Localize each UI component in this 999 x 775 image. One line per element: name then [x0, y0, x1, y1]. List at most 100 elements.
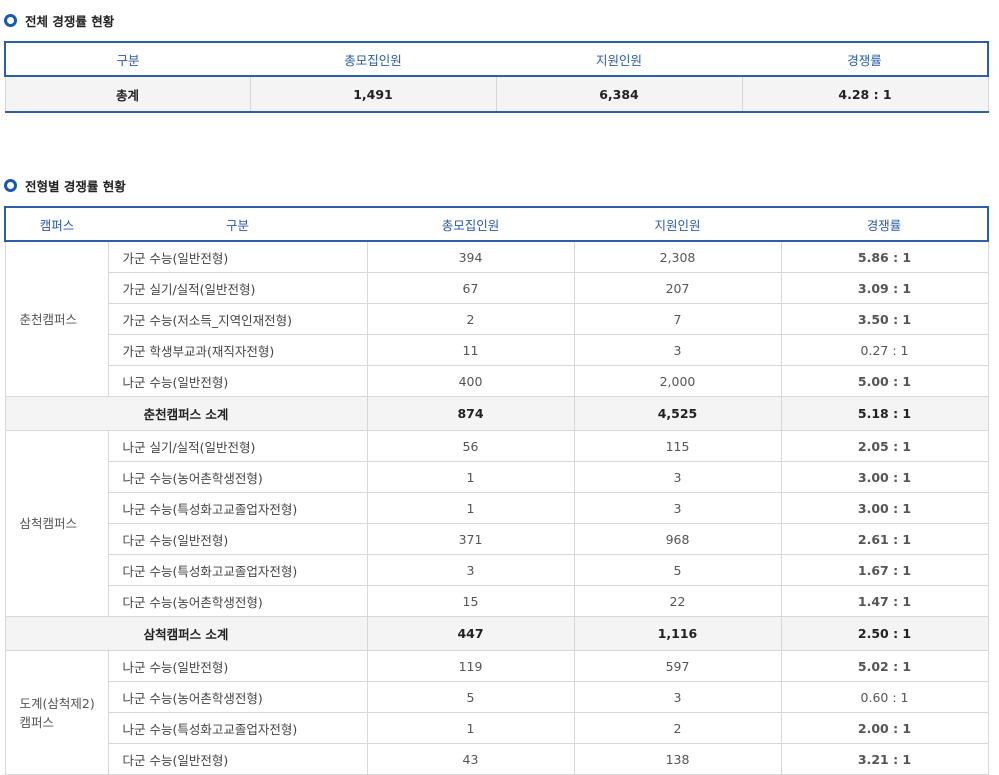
competition-rate: 2.61 : 1	[780, 523, 989, 555]
admission-type: 나군 수능(일반전형)	[107, 650, 368, 682]
header-type: 구분	[108, 206, 367, 242]
table-row: 다군 수능(일반전형) 371 968 2.61 : 1	[5, 523, 989, 555]
campus-name-line: 도계(삼척제2)	[19, 695, 95, 711]
circle-bullet-icon	[4, 13, 17, 27]
table-row: 다군 수능(일반전형) 43 138 3.21 : 1	[5, 743, 989, 775]
by-type-header-row: 캠퍼스 구분 총모집인원 지원인원 경쟁률	[4, 206, 989, 242]
table-row: 가군 실기/실적(일반전형) 67 207 3.09 : 1	[5, 272, 989, 304]
admission-type: 나군 수능(농어촌학생전형)	[107, 461, 368, 493]
competition-rate: 5.00 : 1	[780, 365, 989, 397]
recruit-count: 67	[366, 272, 575, 304]
table-row: 삼척캠퍼스 나군 실기/실적(일반전형) 56 115 2.05 : 1	[4, 430, 989, 617]
subtotal-recruit: 874	[366, 396, 575, 431]
recruit-count: 3	[366, 554, 575, 586]
table-row: 나군 수능(일반전형) 400 2,000 5.00 : 1	[5, 365, 989, 397]
applicant-count: 3	[573, 492, 782, 524]
recruit-count: 1	[366, 492, 575, 524]
applicant-count: 22	[573, 585, 782, 617]
applicant-count: 968	[573, 523, 782, 555]
competition-rate: 5.02 : 1	[780, 650, 989, 682]
recruit-count: 15	[366, 585, 575, 617]
competition-rate: 3.21 : 1	[780, 743, 989, 775]
table-row: 도계(삼척제2) 캠퍼스 나군 수능(일반전형) 119 597 5.02 : 1	[4, 650, 989, 775]
subtotal-label: 춘천캠퍼스 소계	[4, 396, 368, 431]
by-type-table: 캠퍼스 구분 총모집인원 지원인원 경쟁률 춘천캠퍼스 가군 수능(일반전형) 39…	[4, 206, 989, 775]
applicant-count: 2,308	[573, 240, 782, 273]
overall-table: 구분 총모집인원 지원인원 경쟁률 총계 1,491 6,384 4.28 : …	[4, 41, 989, 113]
recruit-count: 371	[366, 523, 575, 555]
subtotal-applicants: 1,116	[573, 616, 782, 651]
applicant-count: 597	[573, 650, 782, 682]
overall-header-row: 구분 총모집인원 지원인원 경쟁률	[4, 41, 989, 77]
subtotal-rate: 5.18 : 1	[780, 396, 989, 431]
header-rate: 경쟁률	[742, 41, 989, 77]
table-row: 춘천캠퍼스 가군 수능(일반전형) 394 2,308 5.86 : 1	[4, 240, 989, 397]
table-row: 가군 학생부교과(재직자전형) 11 3 0.27 : 1	[5, 334, 989, 366]
total-label: 총계	[4, 75, 251, 113]
applicant-count: 207	[573, 272, 782, 304]
applicant-count: 7	[573, 303, 782, 335]
recruit-count: 11	[366, 334, 575, 366]
recruit-count: 400	[366, 365, 575, 397]
admission-type: 나군 수능(특성화고교졸업자전형)	[107, 492, 368, 524]
admission-type: 다군 수능(농어촌학생전형)	[107, 585, 368, 617]
subtotal-row: 춘천캠퍼스 소계 874 4,525 5.18 : 1	[4, 396, 989, 431]
by-type-body: 춘천캠퍼스 가군 수능(일반전형) 394 2,308 5.86 : 1 가군 실기/실적…	[4, 240, 989, 775]
admission-type: 나군 수능(특성화고교졸업자전형)	[107, 712, 368, 744]
table-row: 다군 수능(특성화고교졸업자전형) 3 5 1.67 : 1	[5, 554, 989, 586]
campus-name-line: 춘천캠퍼스	[19, 311, 78, 327]
header-total-recruit: 총모집인원	[250, 41, 496, 77]
total-recruit: 1,491	[249, 75, 497, 113]
applicant-count: 2	[573, 712, 782, 744]
subtotal-label: 삼척캠퍼스 소계	[4, 616, 368, 651]
admission-type: 다군 수능(일반전형)	[107, 743, 368, 775]
admission-type: 가군 학생부교과(재직자전형)	[107, 334, 368, 366]
competition-rate: 3.00 : 1	[780, 461, 989, 493]
applicant-count: 138	[573, 743, 782, 775]
campus-name: 춘천캠퍼스	[4, 240, 109, 397]
competition-rate: 0.60 : 1	[780, 681, 989, 713]
applicant-count: 3	[573, 681, 782, 713]
recruit-count: 56	[366, 430, 575, 462]
table-row: 나군 수능(농어촌학생전형) 5 3 0.60 : 1	[5, 681, 989, 713]
applicant-count: 3	[573, 334, 782, 366]
applicant-count: 5	[573, 554, 782, 586]
recruit-count: 119	[366, 650, 575, 682]
recruit-count: 2	[366, 303, 575, 335]
header-total-recruit: 총모집인원	[367, 206, 574, 242]
admission-type: 가군 수능(저소득_지역인재전형)	[107, 303, 368, 335]
recruit-count: 43	[366, 743, 575, 775]
campus-name: 삼척캠퍼스	[4, 430, 109, 617]
header-applicants: 지원인원	[496, 41, 742, 77]
applicant-count: 3	[573, 461, 782, 493]
competition-rate: 1.67 : 1	[780, 554, 989, 586]
header-category: 구분	[4, 41, 250, 77]
table-row: 나군 수능(특성화고교졸업자전형) 1 2 2.00 : 1	[5, 712, 989, 744]
competition-rate: 3.50 : 1	[780, 303, 989, 335]
admission-type: 다군 수능(일반전형)	[107, 523, 368, 555]
competition-rate: 2.00 : 1	[780, 712, 989, 744]
campus-name: 도계(삼척제2) 캠퍼스	[4, 650, 109, 775]
total-rate: 4.28 : 1	[741, 75, 989, 113]
subtotal-recruit: 447	[366, 616, 575, 651]
overall-title-text: 전체 경쟁률 현황	[25, 13, 115, 29]
campus-name-line: 캠퍼스	[19, 714, 55, 730]
subtotal-applicants: 4,525	[573, 396, 782, 431]
competition-rate: 5.86 : 1	[780, 240, 989, 273]
header-campus: 캠퍼스	[4, 206, 108, 242]
table-row: 가군 수능(저소득_지역인재전형) 2 7 3.50 : 1	[5, 303, 989, 335]
applicant-count: 2,000	[573, 365, 782, 397]
competition-rate: 1.47 : 1	[780, 585, 989, 617]
overall-section-title: 전체 경쟁률 현황	[4, 11, 114, 29]
table-row: 나군 수능(농어촌학생전형) 1 3 3.00 : 1	[5, 461, 989, 493]
subtotal-row: 삼척캠퍼스 소계 447 1,116 2.50 : 1	[4, 616, 989, 651]
admission-type: 다군 수능(특성화고교졸업자전형)	[107, 554, 368, 586]
table-row: 다군 수능(농어촌학생전형) 15 22 1.47 : 1	[5, 585, 989, 617]
circle-bullet-icon	[4, 178, 17, 192]
competition-rate: 0.27 : 1	[780, 334, 989, 366]
by-type-title-text: 전형별 경쟁률 현황	[25, 178, 126, 194]
recruit-count: 1	[366, 461, 575, 493]
admission-type: 나군 실기/실적(일반전형)	[107, 430, 368, 462]
admission-type: 나군 수능(농어촌학생전형)	[107, 681, 368, 713]
competition-rate: 2.05 : 1	[780, 430, 989, 462]
